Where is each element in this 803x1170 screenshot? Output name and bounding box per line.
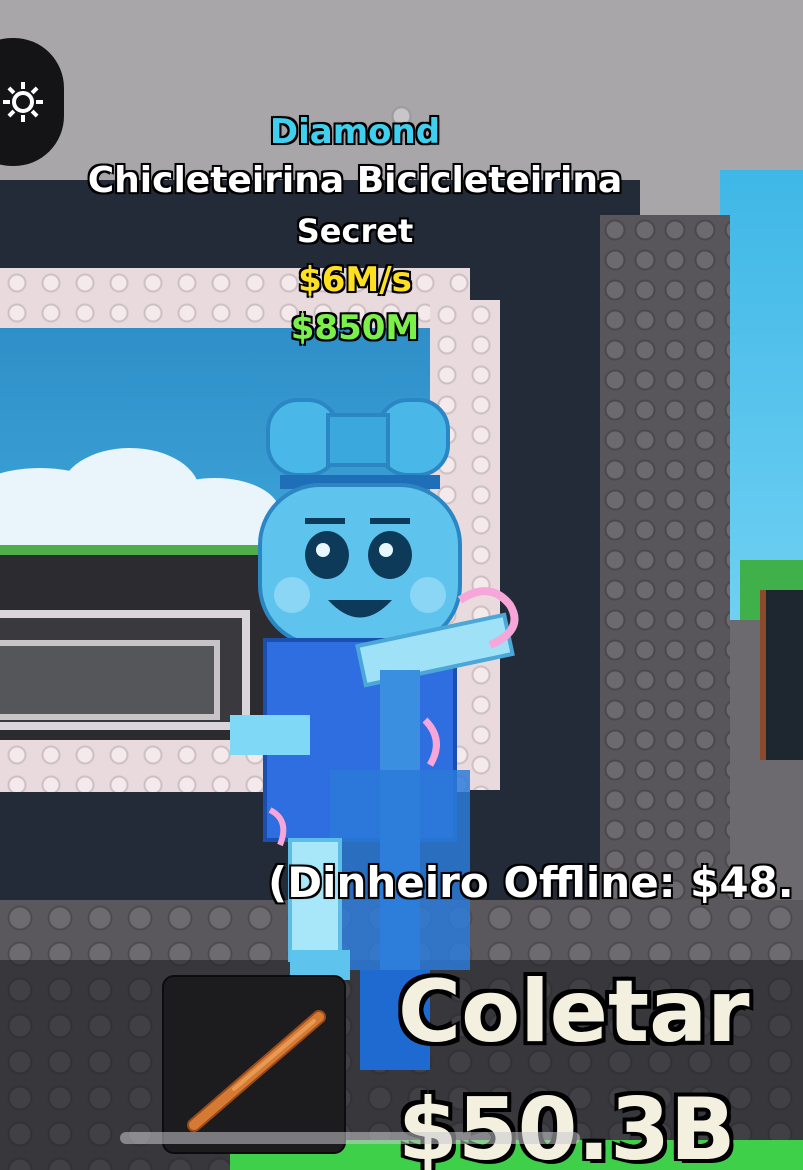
collect-amount[interactable]: $50.3B: [398, 1080, 736, 1170]
sky-background: [720, 170, 803, 620]
distant-building: [760, 590, 803, 760]
game-viewport[interactable]: Diamond Chicleteirina Bicicleteirina Sec…: [0, 0, 803, 1170]
rarity-label: Diamond: [269, 112, 441, 152]
hotbar-slot[interactable]: [162, 975, 346, 1154]
character-name: Chicleteirina Bicicleteirina: [87, 160, 623, 201]
home-indicator: [120, 1132, 580, 1144]
collect-button-label[interactable]: Coletar: [398, 962, 750, 1062]
gear-icon: [3, 82, 43, 122]
character-price: $850M: [290, 308, 420, 348]
offline-money-label: (Dinheiro Offline: $48.: [268, 858, 794, 907]
baseball-bat-icon: [187, 1010, 326, 1132]
inner-window-panel: [0, 640, 220, 720]
income-rate: $6M/s: [298, 260, 412, 300]
tier-label: Secret: [296, 212, 414, 250]
